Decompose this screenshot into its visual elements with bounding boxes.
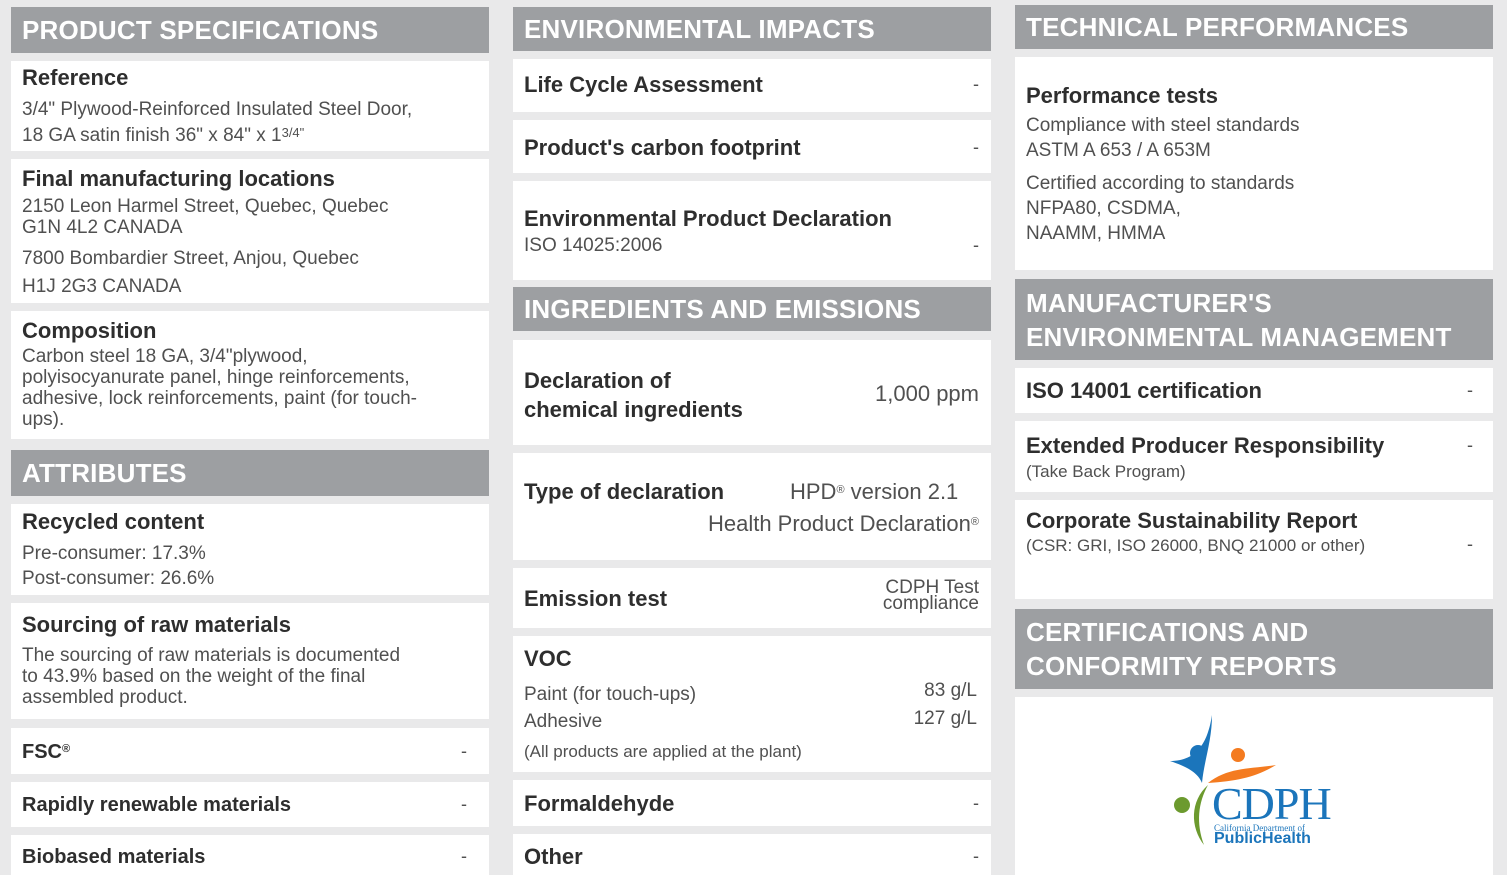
formaldehyde-value: - — [973, 793, 979, 813]
other-value: - — [973, 846, 979, 866]
voc-item2-label: Adhesive — [524, 711, 603, 732]
locations-title: Final manufacturing locations — [22, 166, 335, 191]
voc-labels: Paint (for touch-ups) Adhesive — [524, 681, 696, 735]
rapidly-box: Rapidly renewable materials - — [11, 782, 489, 827]
certifications-box: CDPH California Department of PublicHeal… — [1015, 697, 1493, 875]
epr-sub: (Take Back Program) — [1026, 462, 1186, 481]
voc-box: VOC Paint (for touch-ups) Adhesive 83 g/… — [513, 636, 991, 772]
reference-line2: 18 GA satin finish 36" x 84" x 13/4" — [22, 125, 305, 146]
epd-box: Environmental Product Declaration ISO 14… — [513, 181, 991, 280]
voc-item2-value: 127 g/L — [913, 708, 977, 729]
fsc-title: FSC® — [22, 741, 71, 763]
composition-box: Composition Carbon steel 18 GA, 3/4"plyw… — [11, 311, 489, 439]
location1-line2: G1N 4L2 CANADA — [22, 217, 183, 238]
type-title: Type of declaration — [524, 479, 725, 504]
biobased-value: - — [461, 846, 467, 866]
fsc-box: FSC® - — [11, 728, 489, 774]
emission-title: Emission test — [524, 586, 668, 611]
carbon-box: Product's carbon footprint - — [513, 120, 991, 173]
rapidly-value: - — [461, 794, 467, 814]
section-header-manufacturer-management: MANUFACTURER'S ENVIRONMENTAL MANAGEMENT — [1015, 279, 1493, 360]
reference-box: Reference 3/4" Plywood-Reinforced Insula… — [11, 61, 489, 151]
section-header-technical-performances: TECHNICAL PERFORMANCES — [1015, 5, 1493, 49]
other-title: Other — [524, 844, 583, 869]
recycled-box: Recycled content Pre-consumer: 17.3% Pos… — [11, 504, 489, 595]
cdph-logo-text: CDPH — [1212, 778, 1332, 829]
cdph-logo-sub2: PublicHealth — [1214, 830, 1311, 847]
biobased-box: Biobased materials - — [11, 835, 489, 875]
iso-title: ISO 14001 certification — [1026, 378, 1262, 403]
csr-box: Corporate Sustainability Report (CSR: GR… — [1015, 500, 1493, 599]
biobased-title: Biobased materials — [22, 846, 206, 868]
lca-value: - — [973, 74, 979, 94]
epd-value: - — [973, 235, 979, 255]
recycled-title: Recycled content — [22, 509, 205, 534]
certified-text: Certified according to standards NFPA80,… — [1026, 173, 1295, 244]
fsc-value: - — [461, 741, 467, 761]
epr-box: Extended Producer Responsibility (Take B… — [1015, 421, 1493, 492]
iso14001-box: ISO 14001 certification - — [1015, 368, 1493, 413]
section-header-certifications: CERTIFICATIONS AND CONFORMITY REPORTS — [1015, 609, 1493, 689]
lca-box: Life Cycle Assessment - — [513, 59, 991, 112]
composition-title: Composition — [22, 318, 157, 343]
type-declaration-box: Type of declaration HPD® version 2.1 Hea… — [513, 453, 991, 560]
declaration-title: Declaration of chemical ingredients — [524, 368, 743, 422]
epd-sub: ISO 14025:2006 — [524, 235, 663, 256]
epr-value: - — [1467, 435, 1473, 455]
performance-box: Performance tests Compliance with steel … — [1015, 57, 1493, 270]
reference-line1: 3/4" Plywood-Reinforced Insulated Steel … — [22, 99, 413, 120]
emission-box: Emission test CDPH Test compliance — [513, 568, 991, 628]
iso-value: - — [1467, 380, 1473, 400]
tests-title: Performance tests — [1026, 83, 1218, 108]
pre-consumer: Pre-consumer: 17.3% — [22, 543, 206, 564]
carbon-title: Product's carbon footprint — [524, 135, 801, 160]
section-header-environmental-impacts: ENVIRONMENTAL IMPACTS — [513, 7, 991, 51]
voc-values: 83 g/L 127 g/L — [914, 677, 977, 733]
csr-sub: (CSR: GRI, ISO 26000, BNQ 21000 or other… — [1026, 536, 1366, 555]
type-value-line1: HPD® version 2.1 — [790, 479, 959, 504]
tests-text: Compliance with steel standards ASTM A 6… — [1026, 115, 1300, 161]
section-header-product-specifications: PRODUCT SPECIFICATIONS — [11, 7, 489, 53]
rapidly-title: Rapidly renewable materials — [22, 794, 292, 816]
cdph-logo: CDPH California Department of PublicHeal… — [1168, 711, 1332, 847]
composition-text: Carbon steel 18 GA, 3/4"plywood, polyiso… — [22, 346, 417, 430]
lca-title: Life Cycle Assessment — [524, 72, 763, 97]
voc-item1-value: 83 g/L — [924, 680, 977, 701]
csr-value: - — [1467, 534, 1473, 554]
sourcing-title: Sourcing of raw materials — [22, 612, 291, 637]
recycled-values: Pre-consumer: 17.3% Post-consumer: 26.6% — [22, 541, 214, 591]
voc-note: (All products are applied at the plant) — [524, 742, 802, 761]
formaldehyde-title: Formaldehyde — [524, 791, 675, 816]
location2-line1: 7800 Bombardier Street, Anjou, Quebec — [22, 248, 359, 269]
sourcing-text: The sourcing of raw materials is documen… — [22, 645, 401, 708]
type-value-line2: Health Product Declaration® — [707, 511, 979, 536]
location2-line2: H1J 2G3 CANADA — [22, 276, 182, 297]
location2: 7800 Bombardier Street, Anjou, Quebec H1… — [22, 245, 359, 301]
declaration-value: 1,000 ppm — [875, 381, 979, 406]
emission-value: CDPH Test compliance — [882, 577, 979, 614]
voc-title: VOC — [524, 646, 572, 671]
post-consumer: Post-consumer: 26.6% — [22, 568, 215, 589]
formaldehyde-box: Formaldehyde - — [513, 780, 991, 826]
declaration-box: Declaration of chemical ingredients 1,00… — [513, 340, 991, 445]
voc-item1-label: Paint (for touch-ups) — [524, 684, 697, 705]
locations-box: Final manufacturing locations 2150 Leon … — [11, 159, 489, 303]
location1-line1: 2150 Leon Harmel Street, Quebec, Quebec — [22, 196, 389, 217]
epr-title: Extended Producer Responsibility — [1026, 433, 1385, 458]
section-header-ingredients-emissions: INGREDIENTS AND EMISSIONS — [513, 287, 991, 331]
location1: 2150 Leon Harmel Street, Quebec, Quebec … — [22, 196, 389, 238]
carbon-value: - — [973, 137, 979, 157]
reference-title: Reference — [22, 65, 129, 90]
other-box: Other - — [513, 834, 991, 875]
sourcing-box: Sourcing of raw materials The sourcing o… — [11, 603, 489, 719]
section-header-attributes: ATTRIBUTES — [11, 450, 489, 496]
csr-title: Corporate Sustainability Report — [1026, 508, 1358, 533]
epd-title: Environmental Product Declaration — [524, 206, 892, 231]
